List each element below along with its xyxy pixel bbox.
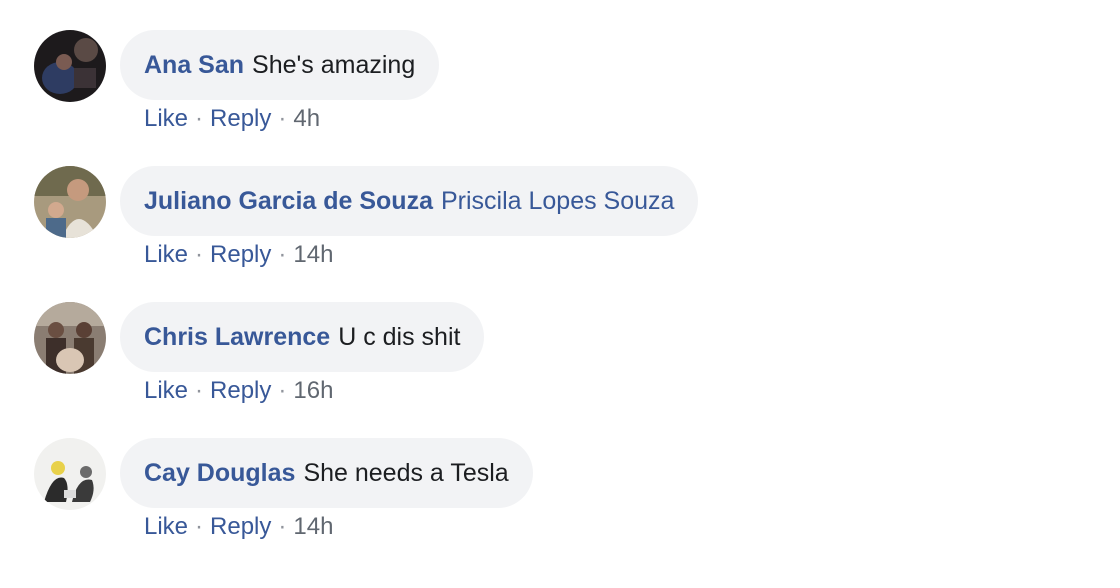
comment-text: U c dis shit: [338, 323, 461, 351]
separator: ·: [195, 241, 204, 268]
separator: ·: [195, 105, 204, 132]
comment-timestamp[interactable]: 4h: [293, 105, 320, 132]
comment-actions: Like · Reply · 4h: [144, 103, 320, 135]
like-button[interactable]: Like: [144, 513, 188, 540]
reply-button[interactable]: Reply: [210, 105, 271, 132]
separator: ·: [278, 513, 287, 540]
separator: ·: [195, 513, 204, 540]
comment-bubble: Juliano Garcia de Souza Priscila Lopes So…: [120, 166, 699, 236]
comment-actions: Like · Reply · 14h: [144, 511, 333, 543]
comment-list: Ana San She's amazing Like · Reply · 4h Julia…: [0, 0, 1120, 588]
comment-text: She's amazing: [252, 51, 416, 79]
comment-actions: Like · Reply · 14h: [144, 239, 333, 271]
comment-item: Chris Lawrence U c dis shit Like · Reply · 16…: [0, 272, 1120, 404]
comment-timestamp[interactable]: 14h: [293, 513, 333, 540]
separator: ·: [195, 377, 204, 404]
comment-actions: Like · Reply · 16h: [144, 375, 333, 407]
separator: ·: [278, 377, 287, 404]
profile-photo-icon: [34, 30, 106, 102]
profile-photo-icon: [34, 302, 106, 374]
avatar[interactable]: [34, 302, 106, 374]
avatar[interactable]: [34, 30, 106, 102]
like-button[interactable]: Like: [144, 241, 188, 268]
like-button[interactable]: Like: [144, 105, 188, 132]
avatar[interactable]: [34, 166, 106, 238]
comment-bubble: Chris Lawrence U c dis shit: [120, 302, 485, 372]
comment-item: Cay Douglas She needs a Tesla Like · Reply ·…: [0, 408, 1120, 540]
avatar[interactable]: [34, 438, 106, 510]
comment-bubble: Ana San She's amazing: [120, 30, 440, 100]
comment-item: Juliano Garcia de Souza Priscila Lopes So…: [0, 136, 1120, 268]
comment-text: She needs a Tesla: [303, 459, 509, 487]
profile-photo-icon: [34, 166, 106, 238]
separator: ·: [278, 241, 287, 268]
separator: ·: [278, 105, 287, 132]
profile-photo-icon: [34, 438, 106, 510]
reply-button[interactable]: Reply: [210, 241, 271, 268]
like-button[interactable]: Like: [144, 377, 188, 404]
tagged-user-link[interactable]: Priscila Lopes Souza: [441, 187, 674, 215]
comment-timestamp[interactable]: 14h: [293, 241, 333, 268]
comment-author-link[interactable]: Juliano Garcia de Souza: [144, 187, 433, 215]
comment-author-link[interactable]: Cay Douglas: [144, 459, 295, 487]
reply-button[interactable]: Reply: [210, 377, 271, 404]
reply-button[interactable]: Reply: [210, 513, 271, 540]
comment-bubble: Cay Douglas She needs a Tesla: [120, 438, 533, 508]
comment-timestamp[interactable]: 16h: [293, 377, 333, 404]
comment-item: Ana San She's amazing Like · Reply · 4h: [0, 0, 1120, 132]
comment-author-link[interactable]: Ana San: [144, 51, 244, 79]
comment-author-link[interactable]: Chris Lawrence: [144, 323, 330, 351]
